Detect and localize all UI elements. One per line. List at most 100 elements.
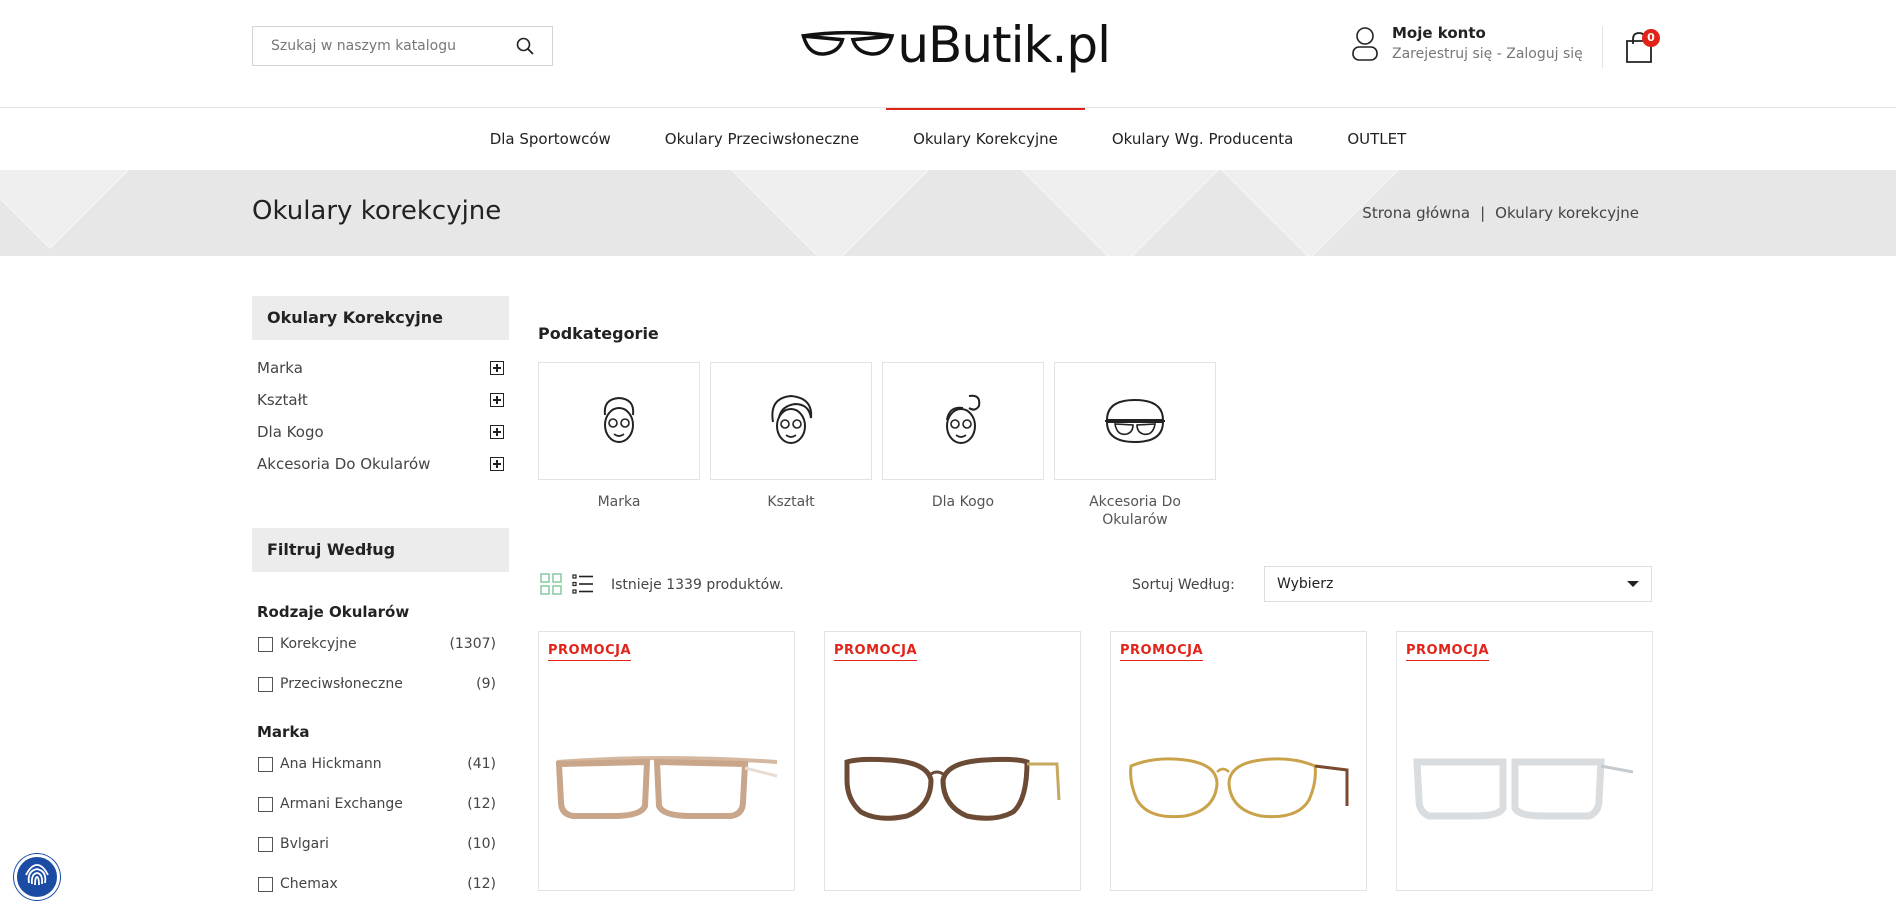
filter-label[interactable]: Ana Hickmann: [280, 756, 467, 772]
cart-count-badge: 0: [1642, 29, 1660, 47]
filter-checkbox[interactable]: [258, 676, 273, 692]
header: Szukaj w naszym katalogu uButik.pl Moje …: [0, 0, 1896, 108]
filter-count: (12): [467, 796, 496, 812]
list-view-icon[interactable]: [572, 573, 594, 595]
user-icon: [1352, 27, 1378, 61]
filter-count: (9): [476, 676, 496, 692]
sidebar-item-label[interactable]: Dla Kogo: [257, 423, 324, 441]
filter-checkbox[interactable]: [258, 836, 273, 852]
girl-face-icon: [946, 394, 981, 444]
subcategories-title: Podkategorie: [538, 324, 659, 343]
main-nav: Dla Sportowców Okulary Przeciwsłoneczne …: [0, 108, 1896, 170]
filter-label[interactable]: Bvlgari: [280, 836, 467, 852]
product-image[interactable]: [839, 750, 1067, 828]
filter-option[interactable]: Ana Hickmann (41): [258, 756, 496, 772]
glasses-case-icon: [1105, 398, 1165, 444]
account-links[interactable]: Zarejestruj się - Zaloguj się: [1392, 46, 1583, 62]
logo[interactable]: uButik.pl: [800, 14, 1111, 76]
header-divider: [1602, 26, 1603, 68]
banner-decoration: [1021, 170, 1219, 256]
breadcrumb: Strona główna | Okulary korekcyjne: [1362, 204, 1639, 222]
view-toggle: [540, 573, 594, 595]
subcategory-tile-dla-kogo[interactable]: [882, 362, 1044, 480]
account[interactable]: Moje konto Zarejestruj się - Zaloguj się: [1350, 24, 1583, 62]
product-image[interactable]: [553, 750, 781, 828]
filter-option[interactable]: Armani Exchange (12): [258, 796, 496, 812]
filter-count: (12): [467, 876, 496, 892]
cart-button[interactable]: 0: [1624, 28, 1660, 64]
filter-label[interactable]: Armani Exchange: [280, 796, 467, 812]
subcategory-label[interactable]: Marka: [538, 493, 700, 511]
expand-icon[interactable]: [490, 457, 504, 471]
filter-option[interactable]: Chemax (12): [258, 876, 496, 892]
filter-label[interactable]: Chemax: [280, 876, 467, 892]
filter-option[interactable]: Korekcyjne (1307): [258, 636, 496, 652]
search-icon[interactable]: [516, 37, 534, 55]
product-card[interactable]: PROMOCJA: [1396, 631, 1653, 891]
sidebar-item-akcesoria[interactable]: Akcesoria Do Okularów: [257, 455, 504, 473]
woman-hair-icon: [771, 394, 813, 444]
sidebar-item-ksztalt[interactable]: Kształt: [257, 391, 504, 409]
subcategory-tile-ksztalt[interactable]: [710, 362, 872, 480]
nav-item-outlet[interactable]: OUTLET: [1320, 108, 1433, 170]
banner-decoration: [0, 170, 149, 249]
nav-item-okulary-korekcyjne[interactable]: Okulary Korekcyjne: [886, 108, 1085, 170]
page-banner: Okulary korekcyjne Strona główna | Okula…: [0, 170, 1896, 256]
fingerprint-icon: [25, 864, 49, 886]
breadcrumb-separator: |: [1480, 204, 1486, 222]
filter-checkbox[interactable]: [258, 636, 273, 652]
filter-group-title: Rodzaje Okularów: [257, 603, 410, 621]
search-input[interactable]: Szukaj w naszym katalogu: [252, 26, 553, 66]
nav-item-dla-sportowcow[interactable]: Dla Sportowców: [463, 108, 638, 170]
product-card[interactable]: PROMOCJA: [1110, 631, 1367, 891]
filter-checkbox[interactable]: [258, 876, 273, 892]
privacy-settings-button[interactable]: [14, 854, 60, 900]
subcategory-tile-marka[interactable]: [538, 362, 700, 480]
logo-glasses-icon: [801, 30, 895, 56]
filter-checkbox[interactable]: [258, 796, 273, 812]
logo-text: uButik.pl: [897, 16, 1111, 74]
subcategory-label[interactable]: Kształt: [710, 493, 872, 511]
filter-label[interactable]: Korekcyjne: [280, 636, 449, 652]
product-image[interactable]: [1411, 750, 1639, 828]
filter-option[interactable]: Bvlgari (10): [258, 836, 496, 852]
sidebar-item-dla-kogo[interactable]: Dla Kogo: [257, 423, 504, 441]
promo-badge: PROMOCJA: [548, 643, 632, 661]
filter-option[interactable]: Przeciwsłoneczne (9): [258, 676, 496, 692]
product-count: Istnieje 1339 produktów.: [611, 577, 784, 593]
promo-badge: PROMOCJA: [1406, 643, 1490, 661]
account-title[interactable]: Moje konto: [1392, 24, 1583, 42]
sidebar-item-marka[interactable]: Marka: [257, 359, 504, 377]
filter-title: Filtruj Według: [252, 528, 509, 572]
promo-badge: PROMOCJA: [834, 643, 918, 661]
grid-view-icon[interactable]: [540, 573, 562, 595]
page-title: Okulary korekcyjne: [252, 196, 502, 226]
sidebar-item-label[interactable]: Kształt: [257, 391, 308, 409]
woman-face-icon: [603, 396, 635, 443]
sidebar-item-label[interactable]: Marka: [257, 359, 303, 377]
nav-item-okulary-wg-producenta[interactable]: Okulary Wg. Producenta: [1085, 108, 1320, 170]
product-image[interactable]: [1125, 750, 1353, 828]
subcategory-tile-akcesoria[interactable]: [1054, 362, 1216, 480]
sidebar-item-label[interactable]: Akcesoria Do Okularów: [257, 455, 430, 473]
expand-icon[interactable]: [490, 425, 504, 439]
filter-label[interactable]: Przeciwsłoneczne: [280, 676, 476, 692]
expand-icon[interactable]: [490, 393, 504, 407]
sort-label: Sortuj Według:: [1132, 577, 1235, 593]
breadcrumb-home[interactable]: Strona główna: [1362, 204, 1470, 222]
product-card[interactable]: PROMOCJA: [538, 631, 795, 891]
filter-group-title: Marka: [257, 723, 310, 741]
nav-item-okulary-przeciwsloneczne[interactable]: Okulary Przeciwsłoneczne: [638, 108, 886, 170]
subcategory-label[interactable]: Akcesoria Do Okularów: [1054, 493, 1216, 529]
subcategory-label[interactable]: Dla Kogo: [882, 493, 1044, 511]
expand-icon[interactable]: [490, 361, 504, 375]
sort-value: Wybierz: [1277, 576, 1334, 592]
sidebar-categories-title: Okulary Korekcyjne: [252, 296, 509, 340]
sort-select[interactable]: Wybierz: [1264, 566, 1652, 602]
promo-badge: PROMOCJA: [1120, 643, 1204, 661]
filter-count: (41): [467, 756, 496, 772]
filter-checkbox[interactable]: [258, 756, 273, 772]
product-card[interactable]: PROMOCJA: [824, 631, 1081, 891]
filter-count: (10): [467, 836, 496, 852]
filter-count: (1307): [449, 636, 496, 652]
